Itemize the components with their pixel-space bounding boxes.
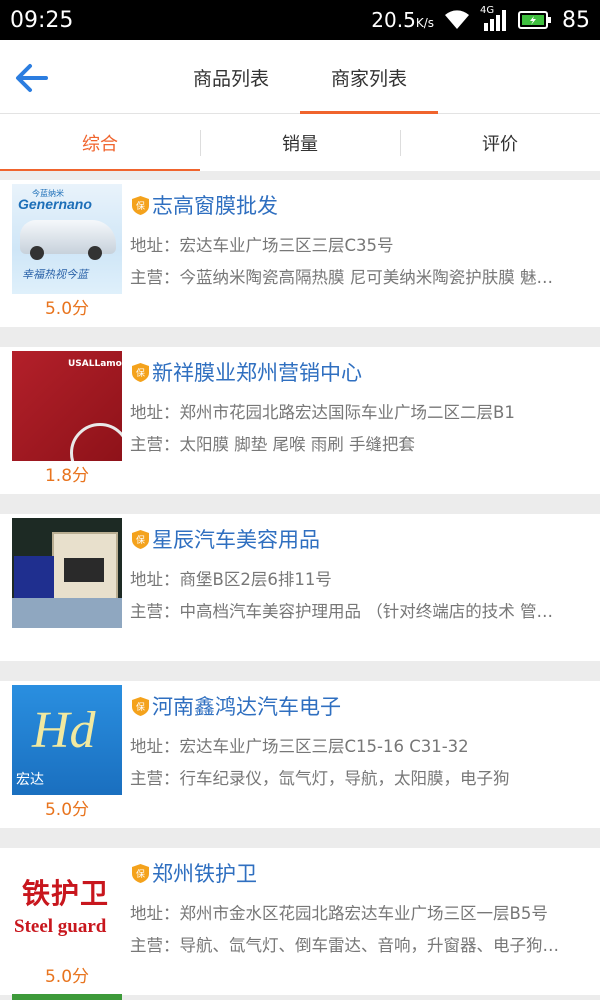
svg-text:保: 保 [136,367,145,379]
shop-score: 5.0分 [44,800,90,820]
arrow-left-icon[interactable] [14,60,50,96]
shop-name[interactable]: 星辰汽车美容用品 [152,524,320,554]
shop-main-business: 主营：导航、氙气灯、倒车雷达、音响，升窗器、电子狗… [130,936,559,955]
network-speed: 20.5K/s [371,8,434,32]
shop-address: 地址：宏达车业广场三区三层C15-16 C31-32 [130,737,469,756]
shop-main-business: 主营：今蓝纳米陶瓷高隔热膜 尼可美纳米陶瓷护肤膜 魅… [130,268,553,287]
shop-address: 地址：商堡B区2层6排11号 [130,570,332,589]
status-bar: 09:25 20.5K/s 4G 85 [0,0,600,40]
shop-name[interactable]: 新祥膜业郑州营销中心 [152,357,362,387]
svg-text:保: 保 [136,701,145,713]
shop-score: 5.0分 [44,967,90,987]
shop-list: 今蓝纳米 Genernano 幸福热视今蓝 5.0分 保 志高窗膜批发 地址：宏… [0,180,600,1000]
shop-thumbnail: USALLamor [12,351,122,461]
shop-address: 地址：郑州市花园北路宏达国际车业广场二区二层B1 [130,403,515,422]
guarantee-badge-icon: 保 [132,196,149,215]
guarantee-badge-icon: 保 [132,363,149,382]
shop-name[interactable]: 郑州铁护卫 [152,858,257,888]
shop-score: 5.0分 [44,299,90,319]
sort-comprehensive[interactable]: 综合 [0,114,200,171]
shop-main-business: 主营：中高档汽车美容护理用品 （针对终端店的技术 管… [130,602,553,621]
svg-text:保: 保 [136,200,145,212]
status-time: 09:25 [10,7,74,33]
shop-thumbnail: 铁护卫 Steel guard [12,852,122,962]
sort-bar: 综合 销量 评价 [0,114,600,171]
shop-list-item[interactable]: 铁护卫 Steel guard 5.0分 保 郑州铁护卫 地址：郑州市金水区花园… [0,848,600,995]
shop-list-item[interactable]: USALLamor 1.8分 保 新祥膜业郑州营销中心 地址：郑州市花园北路宏达… [0,347,600,494]
shop-name[interactable]: 志高窗膜批发 [152,190,278,220]
guarantee-badge-icon: 保 [132,530,149,549]
shop-main-business: 主营：行车纪录仪，氙气灯，导航，太阳膜，电子狗 [130,769,510,788]
shop-name[interactable]: 河南鑫鸿达汽车电子 [152,691,341,721]
shop-address: 地址：郑州市金水区花园北路宏达车业广场三区一层B5号 [130,904,548,923]
top-nav: 商品列表 商家列表 [0,40,600,114]
shop-thumbnail: Hd 宏达 [12,685,122,795]
sort-rating[interactable]: 评价 [400,114,600,171]
shop-main-business: 主营：太阳膜 脚垫 尾喉 雨刷 手缝把套 [130,435,415,454]
tab-product-list[interactable]: 商品列表 [172,40,290,114]
sort-sales[interactable]: 销量 [200,114,400,171]
shop-list-item[interactable]: Hd 宏达 5.0分 保 河南鑫鸿达汽车电子 地址：宏达车业广场三区三层C15-… [0,681,600,828]
svg-text:保: 保 [136,868,145,880]
battery-level: 85 [562,7,590,33]
battery-icon [518,11,551,29]
guarantee-badge-icon: 保 [132,697,149,716]
signal-icon: 4G [480,5,508,31]
shop-thumbnail [12,518,122,628]
guarantee-badge-icon: 保 [132,864,149,883]
shop-thumbnail: 今蓝纳米 Genernano 幸福热视今蓝 [12,184,122,294]
shop-list-item[interactable]: 保 星辰汽车美容用品 地址：商堡B区2层6排11号 主营：中高档汽车美容护理用品… [0,514,600,661]
svg-text:保: 保 [136,534,145,546]
next-item-thumbnail-edge [12,994,122,1000]
wifi-icon [445,10,469,29]
shop-score: 1.8分 [44,466,90,486]
shop-list-item[interactable]: 今蓝纳米 Genernano 幸福热视今蓝 5.0分 保 志高窗膜批发 地址：宏… [0,180,600,327]
tab-shop-list[interactable]: 商家列表 [300,40,438,114]
shop-address: 地址：宏达车业广场三区三层C35号 [130,236,394,255]
